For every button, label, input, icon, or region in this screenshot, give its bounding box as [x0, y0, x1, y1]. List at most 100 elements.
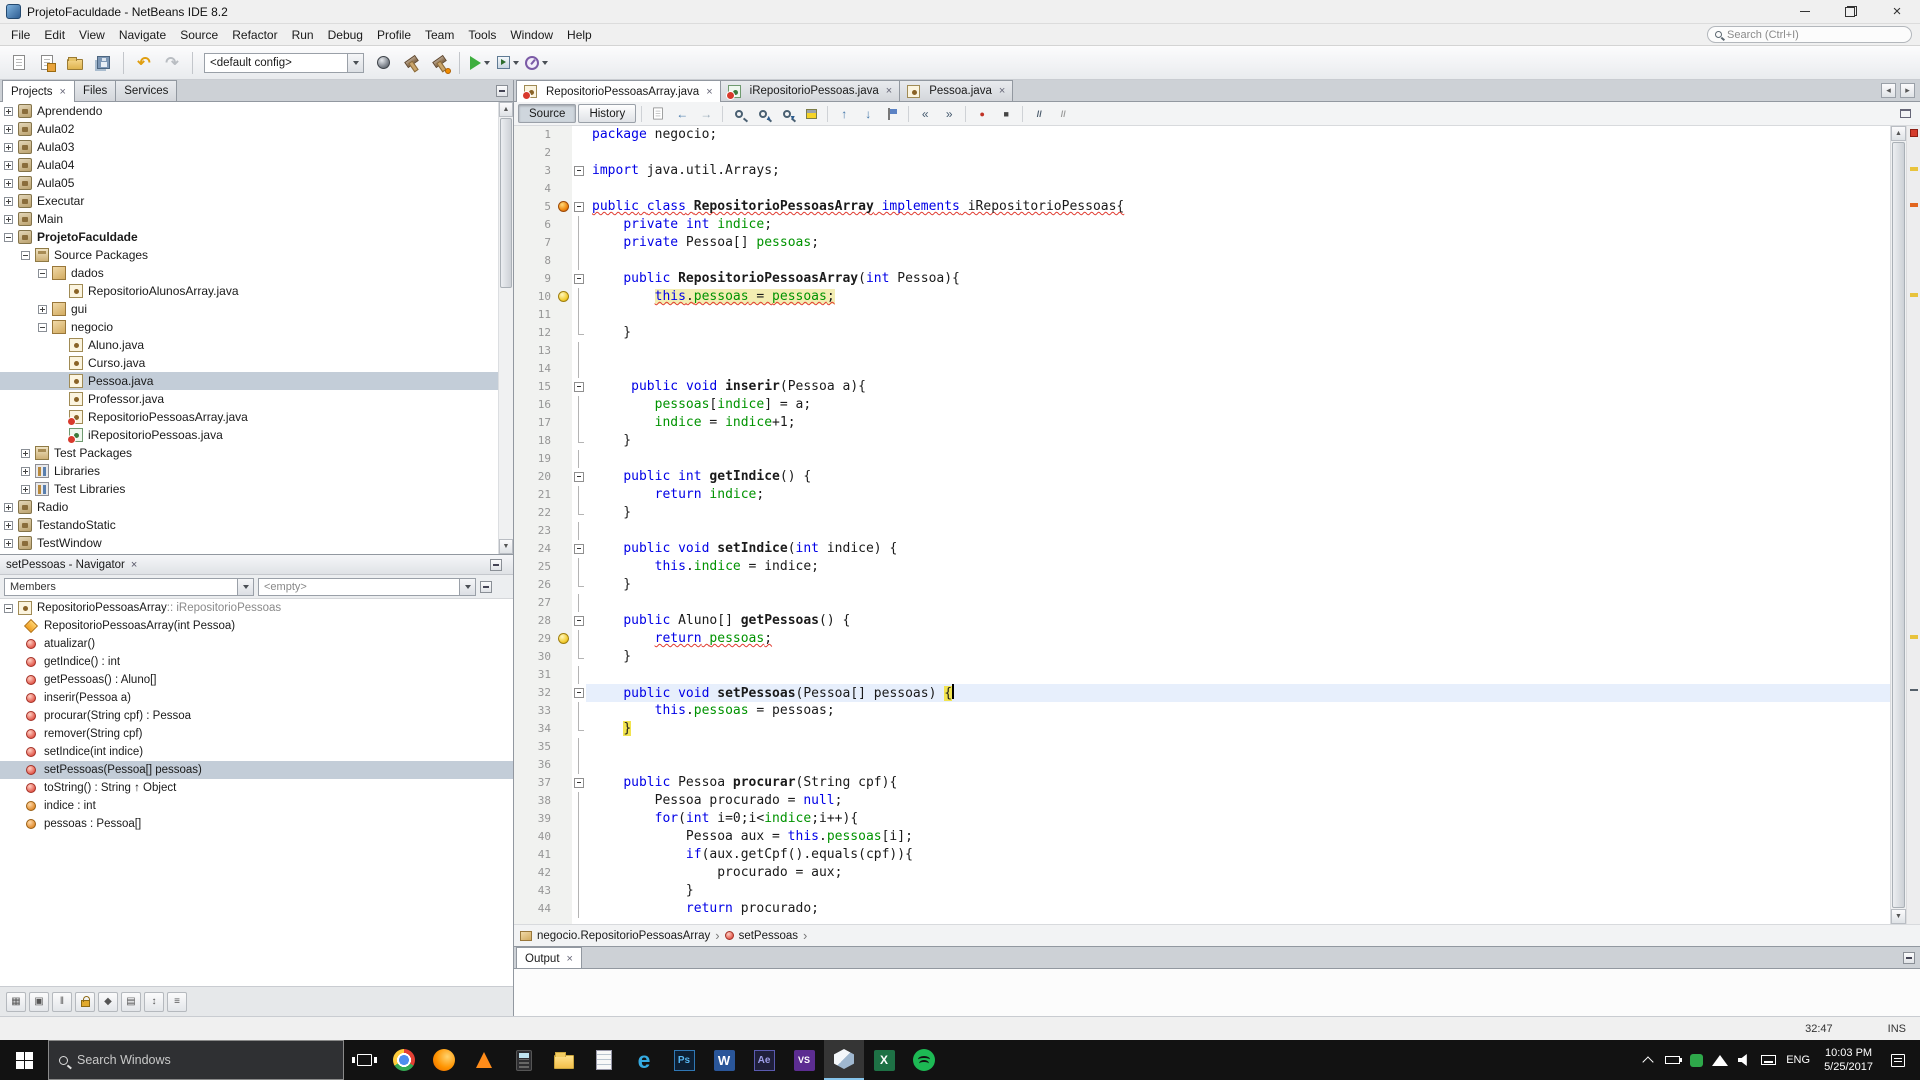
navigator-item-getpessoas[interactable]: getPessoas() : Aluno[] — [0, 671, 513, 689]
menu-run[interactable]: Run — [285, 26, 321, 44]
show-non-public-button[interactable] — [75, 992, 95, 1012]
tree-item-test-libraries[interactable]: Test Libraries — [0, 480, 513, 498]
tree-item-projetofaculdade[interactable]: ProjetoFaculdade — [0, 228, 513, 246]
tree-item-executar[interactable]: Executar — [0, 192, 513, 210]
tree-item-aula04[interactable]: Aula04 — [0, 156, 513, 174]
action-center-icon[interactable] — [1891, 1054, 1905, 1067]
quick-search-input[interactable]: Search (Ctrl+I) — [1707, 26, 1912, 43]
expand-icon[interactable] — [38, 305, 47, 314]
expand-icon[interactable] — [4, 215, 13, 224]
open-project-button[interactable] — [62, 50, 88, 76]
debug-button[interactable] — [495, 50, 521, 76]
expand-icon[interactable] — [4, 179, 13, 188]
uncomment-button[interactable]: // — [1052, 104, 1074, 124]
last-edit-button[interactable] — [647, 104, 669, 124]
navigator-item-repositoriopessoasarray[interactable]: RepositorioPessoasArray(int Pessoa) — [0, 617, 513, 635]
tree-item-aula03[interactable]: Aula03 — [0, 138, 513, 156]
forward-button[interactable]: → — [695, 104, 717, 124]
clock[interactable]: 10:03 PM 5/25/2017 — [1816, 1046, 1881, 1074]
tree-item-gui[interactable]: gui — [0, 300, 513, 318]
expand-icon[interactable] — [4, 143, 13, 152]
touch-keyboard-icon[interactable] — [1756, 1040, 1780, 1080]
collapse-icon[interactable] — [4, 233, 13, 242]
scroll-tabs-right-icon[interactable]: ▸ — [1900, 83, 1915, 98]
code-line[interactable]: 34 } — [514, 720, 1890, 738]
show-constructors-button[interactable]: ◆ — [98, 992, 118, 1012]
expand-icon[interactable] — [4, 107, 13, 116]
code-fold-icon[interactable] — [572, 684, 586, 702]
expand-icon[interactable] — [21, 467, 30, 476]
editor-tab-irepositoriopessoas-java[interactable]: iRepositorioPessoas.java× — [720, 80, 901, 101]
code-line[interactable]: 35 — [514, 738, 1890, 756]
taskbar-app-excel[interactable]: X — [864, 1040, 904, 1080]
navigator-root-item[interactable]: RepositorioPessoasArray :: iRepositorioP… — [0, 599, 513, 617]
start-button[interactable] — [0, 1040, 48, 1080]
tab-files[interactable]: Files — [74, 80, 116, 101]
code-line[interactable]: 3import java.util.Arrays; — [514, 162, 1890, 180]
scroll-down-icon[interactable]: ▼ — [1891, 909, 1906, 924]
code-line[interactable]: 28 public Aluno[] getPessoas() { — [514, 612, 1890, 630]
tree-item-source-packages[interactable]: Source Packages — [0, 246, 513, 264]
code-line[interactable]: 38 Pessoa procurado = null; — [514, 792, 1890, 810]
restore-button[interactable] — [1828, 0, 1874, 23]
code-fold-icon[interactable] — [572, 270, 586, 288]
tree-item-dados[interactable]: dados — [0, 264, 513, 282]
code-line[interactable]: 22 } — [514, 504, 1890, 522]
close-tab-icon[interactable]: × — [60, 86, 66, 98]
profile-button[interactable] — [523, 50, 549, 76]
menu-navigate[interactable]: Navigate — [112, 26, 173, 44]
error-indicator[interactable] — [1910, 129, 1918, 137]
code-line[interactable]: 40 Pessoa aux = this.pessoas[i]; — [514, 828, 1890, 846]
next-bookmark-button[interactable]: ↓ — [857, 104, 879, 124]
collapse-icon[interactable] — [4, 604, 13, 613]
clean-build-button[interactable] — [426, 50, 452, 76]
taskbar-app-photoshop[interactable]: Ps — [664, 1040, 704, 1080]
close-tab-icon[interactable]: × — [706, 86, 712, 98]
navigator-item-inserir[interactable]: inserir(Pessoa a) — [0, 689, 513, 707]
memory-button[interactable] — [370, 50, 396, 76]
code-line[interactable]: 41 if(aux.getCpf().equals(cpf)){ — [514, 846, 1890, 864]
code-line[interactable]: 11 — [514, 306, 1890, 324]
minimize-output-icon[interactable] — [1903, 952, 1915, 964]
code-line[interactable]: 36 — [514, 756, 1890, 774]
prev-bookmark-button[interactable]: ↑ — [833, 104, 855, 124]
error-hint-icon[interactable] — [558, 201, 569, 212]
close-tab-icon[interactable]: × — [886, 85, 892, 97]
tree-item-main[interactable]: Main — [0, 210, 513, 228]
tree-item-aula02[interactable]: Aula02 — [0, 120, 513, 138]
code-line[interactable]: 8 — [514, 252, 1890, 270]
warning-mark[interactable] — [1910, 167, 1918, 171]
tree-item-irepositoriopessoas-java[interactable]: iRepositorioPessoas.java — [0, 426, 513, 444]
tree-item-repositoriopessoasarray-java[interactable]: RepositorioPessoasArray.java — [0, 408, 513, 426]
code-line[interactable]: 5public class RepositorioPessoasArray im… — [514, 198, 1890, 216]
code-line[interactable]: 4 — [514, 180, 1890, 198]
taskbar-app-chrome[interactable] — [384, 1040, 424, 1080]
scroll-down-icon[interactable]: ▼ — [499, 539, 513, 554]
tree-item-aula05[interactable]: Aula05 — [0, 174, 513, 192]
build-button[interactable] — [398, 50, 424, 76]
tab-projects[interactable]: Projects× — [2, 80, 75, 102]
wifi-icon[interactable] — [1708, 1040, 1732, 1080]
taskbar-app-spotify[interactable] — [904, 1040, 944, 1080]
tray-app-icon[interactable] — [1684, 1040, 1708, 1080]
menu-profile[interactable]: Profile — [370, 26, 418, 44]
code-line[interactable]: 19 — [514, 450, 1890, 468]
code-line[interactable]: 25 this.indice = indice; — [514, 558, 1890, 576]
tab-output[interactable]: Output × — [516, 947, 582, 969]
menu-window[interactable]: Window — [503, 26, 560, 44]
taskbar-app-after-effects[interactable]: Ae — [744, 1040, 784, 1080]
taskbar-app-word[interactable]: W — [704, 1040, 744, 1080]
config-combobox[interactable]: <default config> — [204, 53, 364, 73]
code-fold-icon[interactable] — [572, 468, 586, 486]
new-project-button[interactable] — [34, 50, 60, 76]
code-fold-icon[interactable] — [572, 198, 586, 216]
chevron-down-icon[interactable] — [237, 579, 253, 595]
warning-mark[interactable] — [1910, 293, 1918, 297]
source-view-button[interactable]: Source — [518, 104, 576, 123]
close-button[interactable]: × — [1874, 0, 1920, 23]
tree-item-testandostatic[interactable]: TestandoStatic — [0, 516, 513, 534]
code-line[interactable]: 24 public void setIndice(int indice) { — [514, 540, 1890, 558]
show-fields-button[interactable]: ▣ — [29, 992, 49, 1012]
expand-icon[interactable] — [4, 539, 13, 548]
back-button[interactable]: ← — [671, 104, 693, 124]
